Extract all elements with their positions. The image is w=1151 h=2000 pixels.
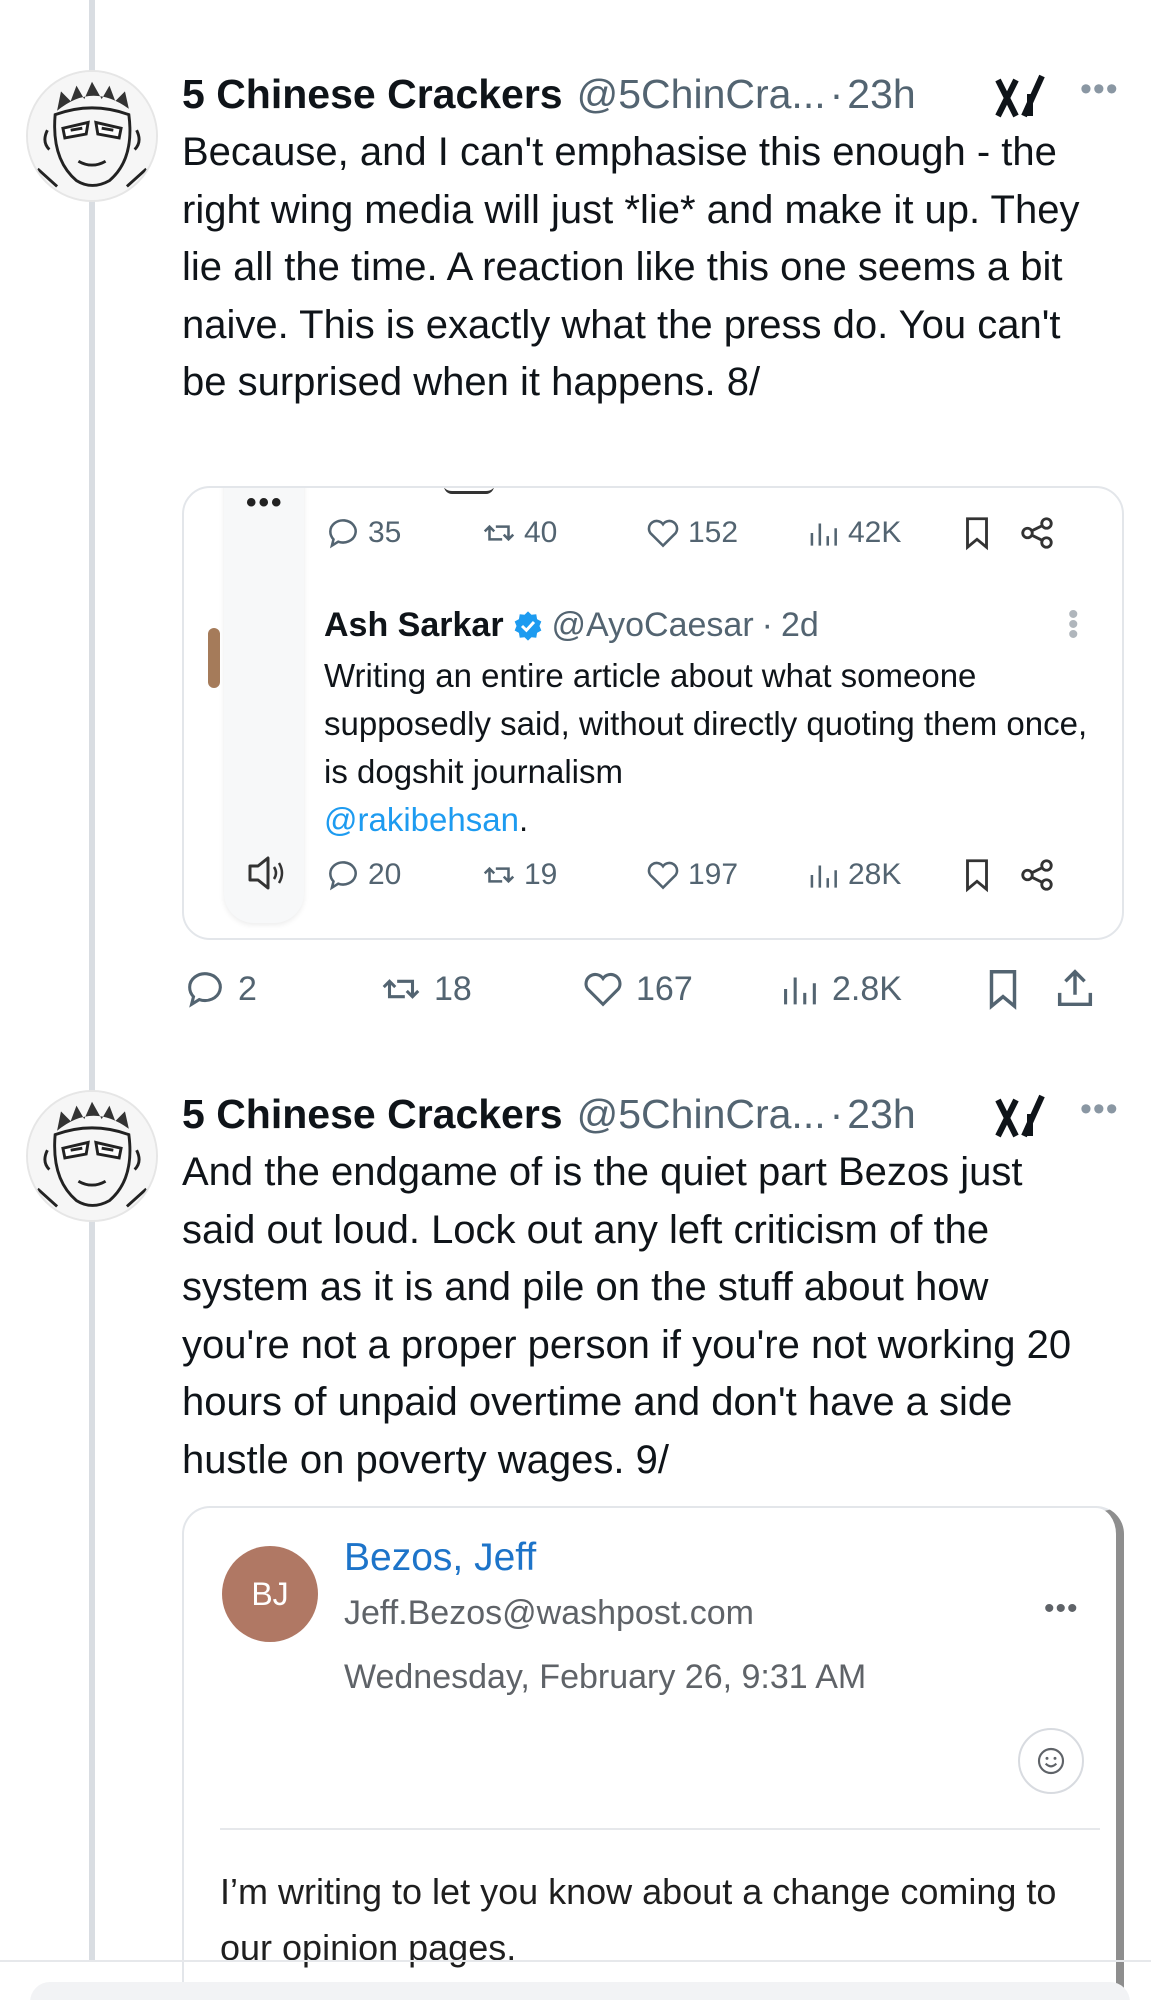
author-handle[interactable]: @5ChinCra... — [577, 1091, 826, 1138]
timestamp[interactable]: 23h — [847, 71, 915, 118]
like-count: 152 — [688, 516, 739, 549]
divider — [220, 1828, 1100, 1830]
reply-stat[interactable]: 20 — [324, 856, 401, 894]
like-icon — [647, 861, 679, 890]
emoji-icon — [1037, 1747, 1065, 1775]
repost-count: 40 — [524, 516, 558, 549]
separator-dot: · — [761, 606, 773, 644]
avatar-illustration — [28, 1092, 156, 1220]
reply-count: 2 — [238, 969, 257, 1008]
repost-button[interactable]: 18 — [378, 966, 472, 1012]
reply-composer-bar[interactable] — [30, 1982, 1130, 2000]
repost-count: 19 — [524, 858, 558, 891]
email-sender-name[interactable]: Bezos, Jeff — [344, 1536, 536, 1580]
like-stat[interactable]: 152 — [644, 514, 738, 552]
tweet-header: 5 Chinese Crackers @5ChinCra... · 23h ••… — [182, 64, 1122, 124]
repost-icon — [483, 524, 515, 542]
reply-count: 35 — [368, 516, 402, 549]
quoted-media-card[interactable]: ••• 35 40 152 42K Ash Sarkar @AyoCaesar … — [182, 486, 1124, 940]
email-date: Wednesday, February 26, 9:31 AM — [344, 1658, 867, 1696]
clipped-text — [444, 488, 494, 494]
tweet-text: Because, and I can't emphasise this enou… — [182, 130, 1080, 404]
tweet-header: 5 Chinese Crackers @5ChinCra... · 23h ••… — [182, 1084, 1122, 1144]
divider — [0, 1960, 1151, 1962]
share-button[interactable] — [1018, 514, 1056, 552]
share-icon — [1021, 859, 1053, 891]
email-sender-avatar: BJ — [222, 1546, 318, 1642]
quoted-tweet-text: Writing an entire article about what som… — [324, 652, 1104, 844]
reply-icon — [188, 972, 222, 1008]
tweet-action-bar: 2 18 167 2.8K — [182, 960, 1122, 1020]
quoted-text-body: Writing an entire article about what som… — [324, 657, 1088, 790]
reply-button[interactable]: 2 — [182, 966, 257, 1012]
more-icon[interactable]: ••• — [1080, 1090, 1119, 1129]
mention-link[interactable]: @rakibehsan — [324, 801, 519, 838]
thread-line — [89, 0, 95, 1960]
author-name[interactable]: 5 Chinese Crackers — [182, 71, 563, 118]
views-count: 42K — [848, 516, 902, 549]
grok-icon[interactable] — [994, 1090, 1050, 1142]
bookmark-button[interactable] — [958, 514, 996, 552]
quoted-author: Ash Sarkar @AyoCaesar · 2d — [324, 606, 819, 645]
reply-count: 20 — [368, 858, 402, 891]
like-count: 197 — [688, 858, 739, 891]
bookmark-button[interactable] — [980, 966, 1026, 1012]
more-icon[interactable]: ••• — [1080, 70, 1119, 109]
bookmark-icon — [966, 517, 988, 551]
share-icon — [1021, 517, 1053, 549]
partial-avatar — [208, 628, 220, 688]
like-icon — [584, 972, 622, 1007]
emoji-reaction-button[interactable] — [1018, 1728, 1084, 1794]
verified-badge-icon — [514, 610, 541, 641]
reply-icon — [329, 861, 357, 891]
views-icon — [810, 523, 837, 546]
quoted-timestamp[interactable]: 2d — [781, 606, 819, 645]
avatar[interactable] — [26, 1090, 158, 1222]
views-count: 28K — [848, 858, 902, 891]
repost-stat[interactable]: 19 — [480, 856, 557, 894]
bookmark-button[interactable] — [958, 856, 996, 894]
repost-count: 18 — [434, 969, 472, 1008]
more-icon[interactable]: ••• — [1044, 1592, 1079, 1626]
like-stat[interactable]: 197 — [644, 856, 738, 894]
repost-icon — [382, 979, 420, 999]
like-button[interactable]: 167 — [580, 966, 693, 1012]
quoted-author-handle[interactable]: @AyoCaesar — [552, 606, 754, 645]
share-button[interactable] — [1052, 966, 1098, 1012]
views-stat[interactable]: 28K — [804, 856, 901, 894]
avatar-illustration — [28, 72, 156, 200]
quoted-author-name[interactable]: Ash Sarkar — [324, 606, 504, 645]
author-name[interactable]: 5 Chinese Crackers — [182, 1091, 563, 1138]
quoted-email-card[interactable]: BJ Bezos, Jeff Jeff.Bezos@washpost.com W… — [182, 1506, 1124, 2000]
views-count: 2.8K — [832, 969, 902, 1008]
speaker-icon[interactable] — [244, 850, 290, 896]
views-button[interactable]: 2.8K — [776, 966, 902, 1012]
video-control-panel: ••• — [224, 488, 304, 923]
like-count: 167 — [636, 969, 693, 1008]
separator-dot: · — [829, 1090, 844, 1137]
separator-dot: · — [829, 70, 844, 117]
kebab-menu-icon[interactable]: • • • — [1068, 600, 1079, 650]
more-icon[interactable]: ••• — [246, 488, 284, 520]
tweet-text: And the endgame of is the quiet part Bez… — [182, 1150, 1072, 1482]
timestamp[interactable]: 23h — [847, 1091, 915, 1138]
bookmark-icon — [966, 859, 988, 893]
views-stat[interactable]: 42K — [804, 514, 901, 552]
reply-stat[interactable]: 35 — [324, 514, 401, 552]
email-sender-address[interactable]: Jeff.Bezos@washpost.com — [344, 1594, 754, 1633]
grok-icon[interactable] — [994, 70, 1050, 122]
author-handle[interactable]: @5ChinCra... — [577, 71, 826, 118]
mention-suffix: . — [518, 801, 529, 838]
views-icon — [810, 865, 837, 888]
bookmark-icon — [989, 970, 1017, 1010]
avatar[interactable] — [26, 70, 158, 202]
views-icon — [784, 977, 816, 1005]
reply-icon — [329, 519, 357, 549]
share-button[interactable] — [1018, 856, 1056, 894]
share-icon — [1057, 969, 1093, 1007]
like-icon — [647, 519, 679, 548]
repost-stat[interactable]: 40 — [480, 514, 557, 552]
repost-icon — [483, 866, 515, 884]
